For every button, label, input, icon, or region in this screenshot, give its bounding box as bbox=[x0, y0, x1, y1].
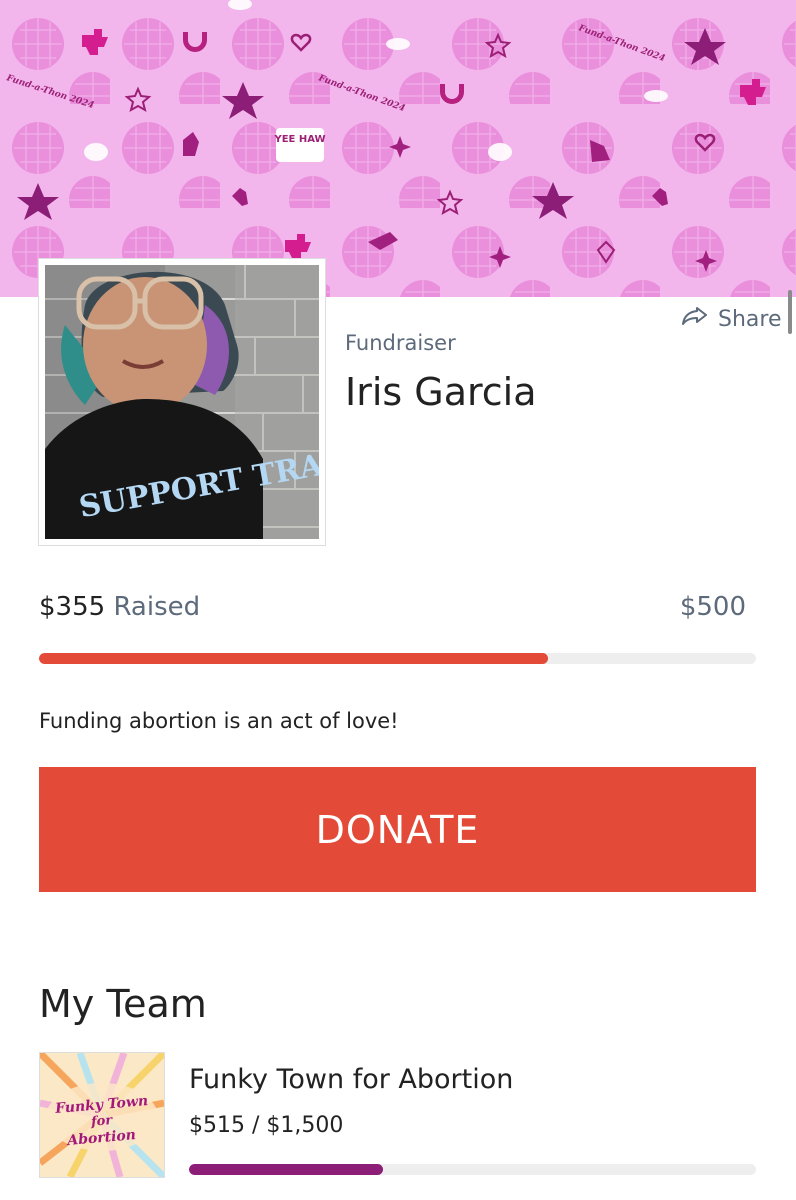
raised-label: Raised bbox=[113, 592, 201, 622]
profile-photo-illustration: SUPPORT TRANS bbox=[45, 265, 319, 539]
progress-bar bbox=[39, 653, 756, 664]
profile-photo: SUPPORT TRANS bbox=[38, 258, 326, 546]
banner-pattern: YEE HAW Fund-a-Thon 2024 Fund-a-Thon 202… bbox=[0, 0, 796, 297]
goal-amount: $500 bbox=[679, 592, 746, 622]
share-label: Share bbox=[718, 306, 782, 332]
team-heading: My Team bbox=[39, 982, 207, 1026]
share-arrow-icon bbox=[682, 306, 708, 332]
progress-bar-fill bbox=[39, 653, 549, 664]
fundraiser-name: Iris Garcia bbox=[345, 370, 537, 414]
yee-haw-text: YEE HAW bbox=[273, 134, 325, 145]
header-banner: YEE HAW Fund-a-Thon 2024 Fund-a-Thon 202… bbox=[0, 0, 796, 297]
raised-summary: $355 Raised bbox=[39, 592, 200, 622]
team-logo[interactable]: Funky Town for Abortion bbox=[39, 1052, 165, 1178]
team-progress-bar bbox=[189, 1164, 756, 1175]
team-name[interactable]: Funky Town for Abortion bbox=[189, 1064, 513, 1095]
fundraiser-role-label: Fundraiser bbox=[345, 331, 456, 355]
fundraiser-message: Funding abortion is an act of love! bbox=[39, 709, 399, 733]
team-logo-image: Funky Town for Abortion bbox=[40, 1053, 164, 1177]
raised-amount: $355 bbox=[39, 592, 106, 622]
team-amount: $515 / $1,500 bbox=[189, 1113, 344, 1138]
page-scrollbar[interactable] bbox=[788, 290, 792, 334]
share-button[interactable]: Share bbox=[682, 306, 782, 332]
donate-button[interactable]: DONATE bbox=[39, 767, 756, 892]
svg-text:for: for bbox=[90, 1113, 114, 1130]
team-progress-bar-fill bbox=[189, 1164, 384, 1175]
